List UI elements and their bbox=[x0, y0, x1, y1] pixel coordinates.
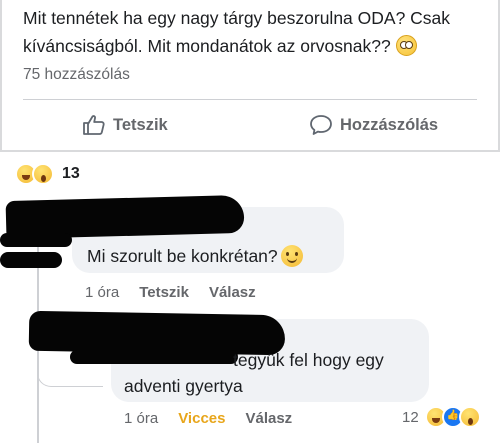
comment-text: Mi szorult be konkrétan? bbox=[87, 243, 303, 269]
divider bbox=[23, 99, 477, 100]
redacted-avatar bbox=[0, 252, 62, 268]
comment-button-label: Hozzászólás bbox=[340, 115, 439, 134]
comment-count[interactable]: 75 hozzászólás bbox=[23, 66, 130, 84]
post-text-line2: kíváncsiságból. Mit mondanátok az orvosn… bbox=[23, 36, 391, 56]
redacted-avatar bbox=[0, 233, 72, 247]
like-button[interactable]: Tetszik bbox=[82, 111, 168, 139]
reply-reaction-count: 12 bbox=[402, 408, 419, 426]
comment-icon bbox=[310, 115, 332, 135]
reply-connector bbox=[37, 365, 103, 387]
reply-text: tegyük fel hogy egy adventi gyertya bbox=[124, 350, 384, 396]
post-reactions[interactable]: 13 bbox=[15, 161, 80, 187]
flushed-face-icon bbox=[395, 35, 417, 56]
reply-funny-reaction-button[interactable]: Vicces bbox=[178, 410, 225, 427]
smiling-face-icon bbox=[280, 245, 303, 267]
reaction-count: 13 bbox=[62, 165, 80, 182]
wow-reaction-icon bbox=[32, 163, 54, 185]
reply-reactions[interactable]: 12 bbox=[402, 406, 481, 428]
reply-meta: 1 óra Vicces Válasz bbox=[124, 410, 312, 427]
wow-reaction-icon bbox=[458, 406, 481, 428]
comment-time[interactable]: 1 óra bbox=[85, 284, 119, 301]
post-card: Mit tennétek ha egy nagy tárgy beszoruln… bbox=[0, 0, 500, 152]
thumbs-up-icon bbox=[83, 115, 105, 135]
comment-button[interactable]: Hozzászólás bbox=[309, 111, 438, 139]
post-text: Mit tennétek ha egy nagy tárgy beszoruln… bbox=[23, 4, 483, 60]
like-button-label: Tetszik bbox=[113, 115, 168, 134]
comment-meta: 1 óra Tetszik Válasz bbox=[85, 284, 276, 301]
reply-time[interactable]: 1 óra bbox=[124, 410, 158, 427]
comment-like-button[interactable]: Tetszik bbox=[139, 284, 189, 301]
comment-reply-button[interactable]: Válasz bbox=[209, 284, 256, 301]
reply-reply-button[interactable]: Válasz bbox=[245, 410, 292, 427]
post-text-line1: Mit tennétek ha egy nagy tárgy beszoruln… bbox=[23, 8, 451, 28]
